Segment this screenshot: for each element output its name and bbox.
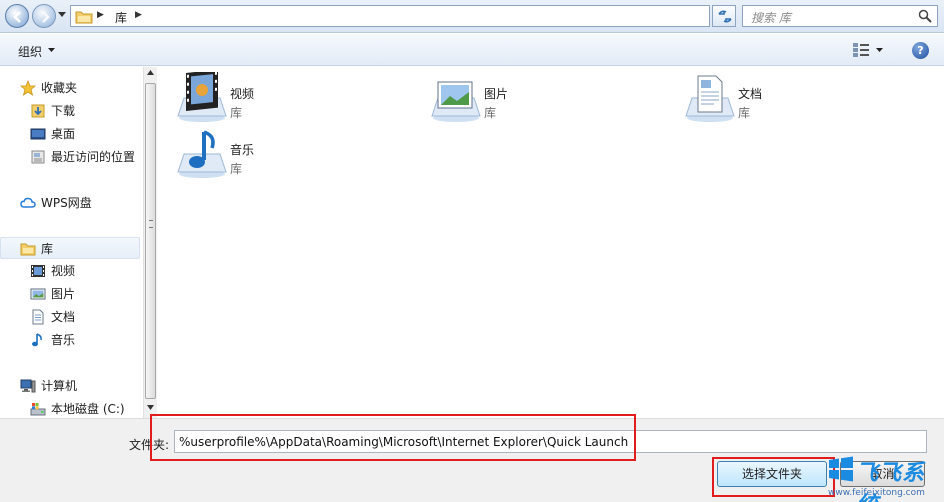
scroll-up-icon[interactable] — [147, 70, 154, 75]
nav-item-documents[interactable]: 文档 — [0, 306, 140, 328]
computer-icon — [20, 379, 36, 393]
breadcrumb-library[interactable]: 库 — [115, 9, 127, 26]
toolbar: 组织 ? — [0, 34, 944, 66]
library-tile-music[interactable]: 音乐 库 — [176, 128, 396, 180]
breadcrumb-separator-icon[interactable]: ▶ — [97, 10, 104, 20]
highlight-box-folder — [150, 414, 636, 461]
library-folder-icon — [20, 243, 36, 256]
nav-label: 最近访问的位置 — [51, 150, 136, 164]
scroll-thumb[interactable] — [145, 83, 156, 399]
library-name: 图片 — [484, 87, 509, 101]
music-library-icon — [177, 130, 227, 178]
nav-label: 图片 — [51, 287, 76, 301]
library-name: 视频 — [230, 87, 255, 101]
chevron-down-icon[interactable] — [48, 48, 55, 53]
navigation-pane: 收藏夹 下载 桌面 最近访问的位置 WPS网盘 库 视频 图片 文档 音乐 计算… — [0, 67, 143, 418]
nav-label: 库 — [41, 242, 54, 256]
path-box[interactable]: ▶ 库 ▶ — [70, 5, 769, 27]
scroll-down-icon[interactable] — [147, 405, 154, 410]
library-tile-pictures[interactable]: 图片 库 — [430, 72, 650, 124]
nav-label: 计算机 — [41, 379, 78, 393]
help-icon[interactable]: ? — [912, 42, 929, 59]
back-button[interactable] — [5, 4, 29, 28]
document-library-icon — [685, 75, 735, 122]
nav-item-local-disk-c[interactable]: 本地磁盘 (C:) — [0, 398, 140, 418]
star-icon — [20, 80, 36, 96]
nav-wps-cloud[interactable]: WPS网盘 — [0, 192, 140, 214]
library-type: 库 — [738, 106, 751, 120]
library-tile-documents[interactable]: 文档 库 — [684, 72, 904, 124]
cloud-icon — [20, 197, 36, 208]
nav-label: 桌面 — [51, 127, 76, 141]
nav-item-pictures[interactable]: 图片 — [0, 283, 140, 305]
history-dropdown-icon[interactable] — [58, 12, 66, 18]
breadcrumb-separator-icon[interactable]: ▶ — [135, 10, 142, 20]
nav-computer[interactable]: 计算机 — [0, 375, 140, 397]
picture-icon — [30, 288, 46, 300]
nav-item-videos[interactable]: 视频 — [0, 260, 140, 282]
library-tile-videos[interactable]: 视频 库 — [176, 72, 396, 124]
library-name: 文档 — [738, 87, 763, 101]
watermark-url: www.feifeixitong.com — [828, 488, 925, 498]
bottom-panel: 文件夹: 选择文件夹 取消 — [0, 414, 944, 502]
nav-libraries[interactable]: 库 — [0, 237, 140, 259]
document-icon — [32, 309, 44, 325]
nav-label: 音乐 — [51, 333, 76, 347]
library-type: 库 — [230, 106, 243, 120]
video-library-icon — [177, 72, 227, 122]
nav-label: WPS网盘 — [41, 196, 92, 210]
desktop-icon — [30, 128, 46, 140]
nav-label: 文档 — [51, 310, 76, 324]
nav-label: 视频 — [51, 264, 76, 278]
view-options-icon[interactable] — [852, 42, 870, 58]
nav-scrollbar[interactable] — [143, 67, 157, 418]
organize-button[interactable]: 组织 — [18, 43, 42, 60]
refresh-icon — [718, 10, 732, 23]
search-icon[interactable] — [918, 9, 932, 23]
watermark: 飞飞系统 www.feifeixitong.com — [824, 452, 944, 502]
windows-logo-icon — [829, 456, 853, 482]
picture-library-icon — [431, 81, 481, 122]
refresh-button[interactable] — [712, 5, 736, 27]
search-input[interactable]: 搜索 库 — [751, 9, 791, 26]
nav-label: 下载 — [51, 104, 76, 118]
forward-button[interactable] — [32, 4, 56, 28]
library-folder-icon — [75, 11, 93, 24]
address-bar: ▶ 库 ▶ 搜索 库 — [0, 0, 944, 33]
recent-places-icon — [31, 150, 45, 164]
nav-item-downloads[interactable]: 下载 — [0, 100, 140, 122]
highlight-box-select — [712, 457, 835, 497]
nav-favorites[interactable]: 收藏夹 — [0, 77, 140, 99]
drive-icon — [30, 403, 46, 416]
search-box[interactable]: 搜索 库 — [742, 5, 938, 27]
nav-item-music[interactable]: 音乐 — [0, 329, 140, 351]
video-icon — [31, 265, 45, 277]
arrow-right-icon — [42, 11, 50, 23]
nav-item-desktop[interactable]: 桌面 — [0, 123, 140, 145]
scroll-grip — [149, 220, 153, 228]
library-type: 库 — [230, 162, 243, 176]
nav-label: 收藏夹 — [41, 81, 78, 95]
arrow-left-icon — [13, 11, 21, 23]
nav-item-recent-places[interactable]: 最近访问的位置 — [0, 146, 140, 168]
music-icon — [32, 333, 42, 347]
chevron-down-icon[interactable] — [876, 48, 883, 53]
nav-label: 本地磁盘 (C:) — [51, 402, 125, 416]
library-name: 音乐 — [230, 143, 255, 157]
download-folder-icon — [31, 104, 45, 118]
content-area: 视频 库 图片 库 文档 库 音乐 库 — [158, 67, 944, 418]
library-type: 库 — [484, 106, 497, 120]
